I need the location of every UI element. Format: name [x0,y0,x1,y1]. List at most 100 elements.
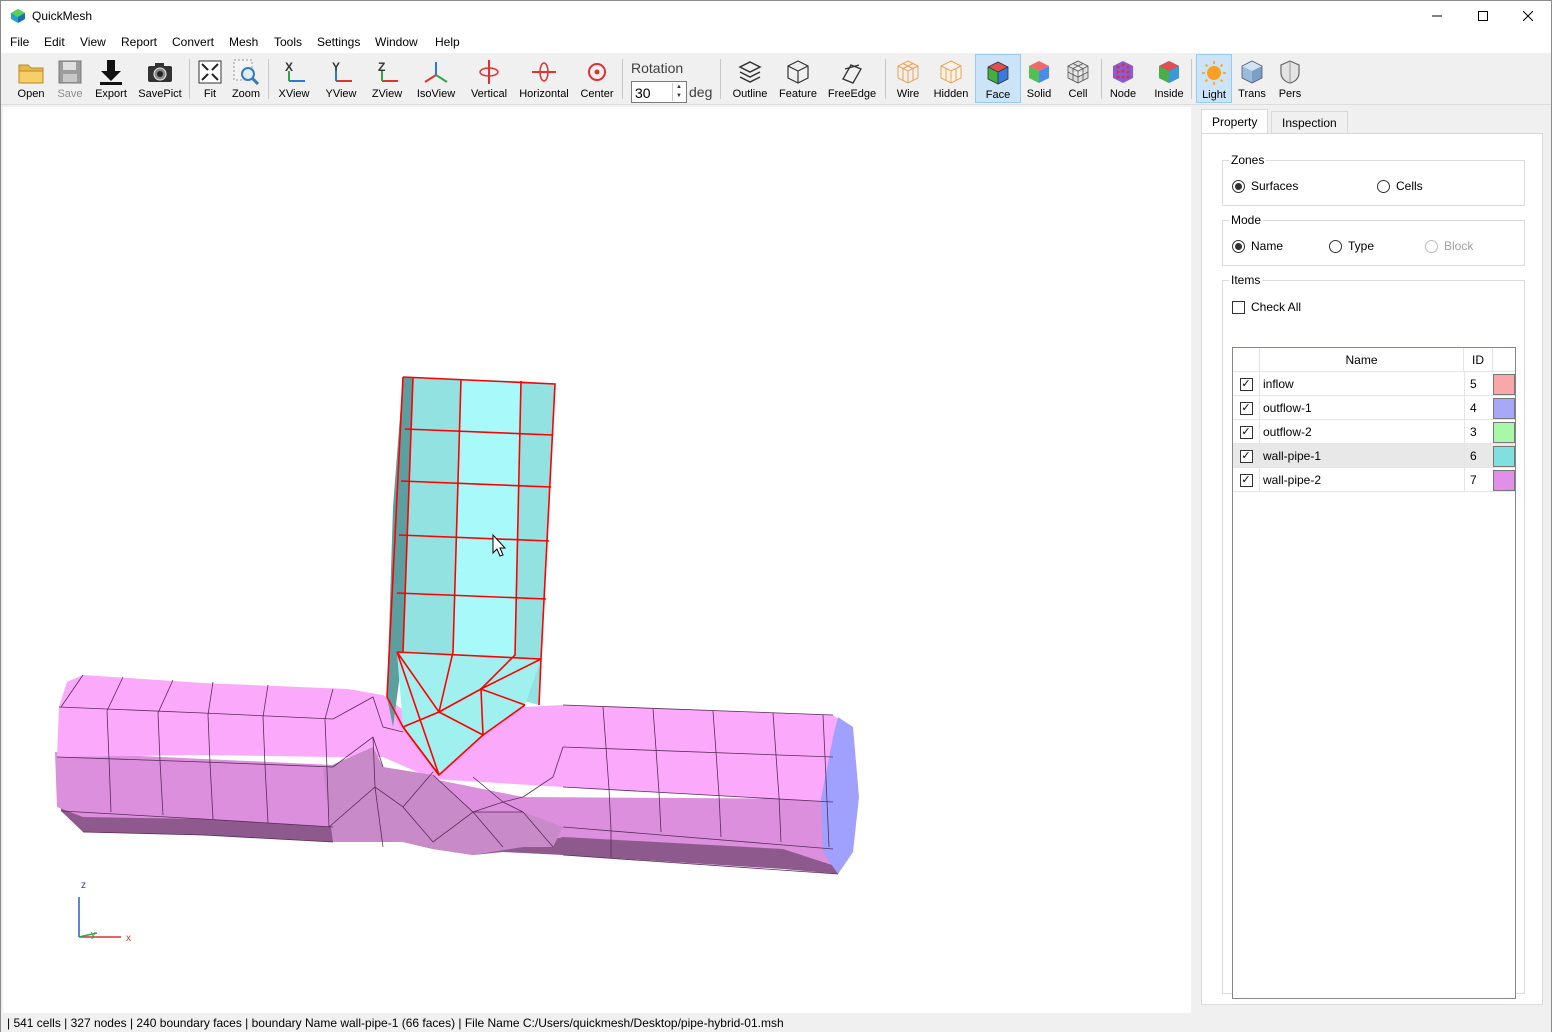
horizontal-rotate-button[interactable]: Horizontal [517,54,571,103]
cells-radio[interactable]: Cells [1377,179,1423,193]
column-header-id[interactable]: ID [1464,348,1493,372]
download-arrow-icon [100,60,122,85]
row-id: 4 [1464,396,1493,420]
free-edge-icon [842,64,862,84]
menu-report[interactable]: Report [121,35,157,49]
minimize-button[interactable] [1414,1,1460,31]
pers-button[interactable]: Pers [1276,54,1304,103]
column-header-name[interactable]: Name [1260,348,1464,372]
mesh-viewport[interactable]: z y x [3,107,1191,1013]
mode-name-radio[interactable]: Name [1232,239,1283,253]
rotation-angle-input[interactable]: 30 ▲ ▼ [631,81,687,103]
row-checkbox[interactable]: ✓ [1239,425,1253,439]
trans-label: Trans [1238,88,1266,100]
table-row[interactable]: ✓ outflow-2 3 [1233,420,1515,444]
horizontal-rotate-icon [532,62,556,82]
menu-file[interactable]: File [10,35,29,49]
xview-button[interactable]: X XView [275,54,313,103]
property-panel: Property Inspection Zones Surfaces Cells… [1199,109,1543,1005]
items-table[interactable]: Name ID ✓ inflow 5 ✓ outflow-1 4 ✓ outfl… [1232,347,1516,999]
table-row[interactable]: ✓ wall-pipe-2 7 [1233,468,1515,492]
savepict-button[interactable]: SavePict [136,54,184,103]
row-checkbox[interactable]: ✓ [1239,473,1253,487]
column-header-check [1233,348,1260,372]
check-all-checkbox[interactable]: Check All [1232,300,1301,314]
surfaces-radio[interactable]: Surfaces [1232,179,1298,193]
export-button[interactable]: Export [91,54,131,103]
tab-inspection[interactable]: Inspection [1271,111,1348,134]
app-window: QuickMesh File Edit View Report Convert … [0,0,1552,1032]
tab-property[interactable]: Property [1201,109,1269,134]
save-button[interactable]: Save [52,54,88,103]
zoom-button[interactable]: Zoom [230,54,262,103]
center-label: Center [580,88,614,100]
feature-button[interactable]: Feature [776,54,820,103]
vertical-rotate-button[interactable]: Vertical [466,54,512,103]
node-button[interactable]: Node [1107,54,1139,103]
window-title: QuickMesh [32,9,93,23]
outline-layers-icon [738,61,762,83]
tab-inspection-label: Inspection [1282,116,1337,130]
freeedge-button[interactable]: FreeEdge [825,54,879,103]
fit-label: Fit [203,88,217,100]
open-label: Open [17,88,45,100]
table-row[interactable]: ✓ outflow-1 4 [1233,396,1515,420]
table-row-selected[interactable]: ✓ wall-pipe-1 6 [1233,444,1515,468]
menu-window[interactable]: Window [375,35,418,49]
zview-button[interactable]: Z ZView [368,54,406,103]
vertical-rotate-icon [479,60,499,84]
solid-cube-icon [1029,61,1049,83]
menu-edit[interactable]: Edit [44,35,65,49]
menu-view[interactable]: View [80,35,106,49]
outline-button[interactable]: Outline [730,54,770,103]
wire-button[interactable]: Wire [892,54,924,103]
menu-settings[interactable]: Settings [317,35,360,49]
fit-button[interactable]: Fit [195,54,225,103]
row-name: outflow-2 [1263,425,1312,439]
center-button[interactable]: Center [578,54,616,103]
row-color-swatch[interactable] [1493,446,1515,467]
isoview-button[interactable]: IsoView [414,54,458,103]
open-button[interactable]: Open [12,54,50,103]
hidden-button[interactable]: Hidden [930,54,972,103]
property-tab-content: Zones Surfaces Cells Mode Name Type Bloc… [1201,133,1543,1005]
row-checkbox[interactable]: ✓ [1239,401,1253,415]
radio-checked-icon [1232,239,1245,253]
menu-tools[interactable]: Tools [274,35,302,49]
iso-view-axis-icon [424,62,448,83]
inside-hexagon-icon [1159,61,1179,83]
row-name: inflow [1263,377,1294,391]
app-logo-icon [11,9,25,23]
row-color-swatch[interactable] [1493,374,1515,395]
wireframe-cube-icon [897,60,919,84]
face-button[interactable]: Face [975,54,1021,103]
close-button[interactable] [1505,1,1551,31]
toolbar-separator [720,59,721,99]
row-color-swatch[interactable] [1493,422,1515,443]
cell-button[interactable]: Cell [1063,54,1093,103]
row-id: 5 [1464,372,1493,396]
row-color-swatch[interactable] [1493,470,1515,491]
mode-title: Mode [1229,213,1264,227]
toolbar: Open Save Export SavePict Fit Zoom X XVi… [1,53,1551,105]
inside-button[interactable]: Inside [1151,54,1187,103]
yview-button[interactable]: Y YView [321,54,361,103]
toolbar-separator [885,59,886,99]
inside-label: Inside [1154,88,1184,100]
maximize-button[interactable] [1460,1,1506,31]
menu-convert[interactable]: Convert [172,35,214,49]
rotation-spinner[interactable]: ▲ ▼ [672,83,685,101]
solid-button[interactable]: Solid [1024,54,1054,103]
vertical-label: Vertical [470,88,508,100]
row-checkbox[interactable]: ✓ [1239,377,1253,391]
table-row[interactable]: ✓ inflow 5 [1233,372,1515,396]
light-button[interactable]: Light [1196,54,1232,103]
row-checkbox[interactable]: ✓ [1239,449,1253,463]
menu-help[interactable]: Help [435,35,460,49]
toolbar-separator [622,59,623,99]
menu-mesh[interactable]: Mesh [229,35,258,49]
row-color-swatch[interactable] [1493,398,1515,419]
trans-button[interactable]: Trans [1236,54,1268,103]
mode-type-radio[interactable]: Type [1329,239,1374,253]
zones-group: Zones Surfaces Cells [1222,153,1525,206]
